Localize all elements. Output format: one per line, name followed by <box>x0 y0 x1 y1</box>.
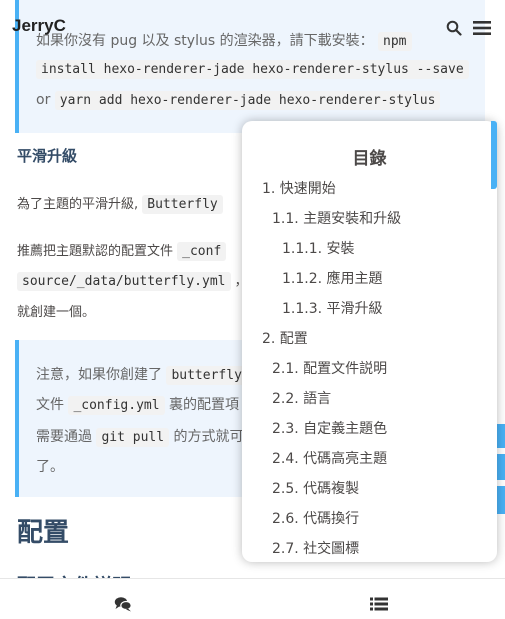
toc-item[interactable]: 1.1.1. 安裝 <box>282 238 355 258</box>
paragraph-text: 就創建一個。 <box>17 305 96 320</box>
search-icon[interactable] <box>446 20 462 36</box>
paragraph-line: 推薦把主題默認的配置文件 _conf <box>17 240 227 261</box>
heading-smooth-upgrade: 平滑升級 <box>17 147 78 165</box>
inline-code: yarn add hexo-renderer-jade hexo-rendere… <box>54 91 441 110</box>
note-text: or <box>36 92 51 108</box>
note-line: 了。 <box>36 456 64 476</box>
note-line: 文件 _config.yml 裏的配置項 <box>36 394 239 415</box>
site-name[interactable]: JerryC <box>12 16 66 36</box>
paragraph-text: 為了主題的平滑升級, <box>17 197 139 212</box>
note-text: 裏的配置項 <box>169 397 239 413</box>
paragraph-text: 推薦把主題默認的配置文件 <box>17 244 174 259</box>
side-tab[interactable] <box>497 424 505 448</box>
note-text: 文件 <box>36 397 64 413</box>
toc-item[interactable]: 2.3. 自定義主題色 <box>272 418 387 438</box>
note-line: 注意，如果你創建了 butterfly <box>36 364 247 385</box>
note-text: 的方式就可 <box>173 429 244 445</box>
toc-item[interactable]: 1.1.2. 應用主題 <box>282 268 383 288</box>
toc-item[interactable]: 1. 快速開始 <box>262 178 336 198</box>
inline-code: source/_data/butterfly.yml <box>17 272 231 291</box>
toc-item[interactable]: 1.1.3. 平滑升級 <box>282 298 383 318</box>
paragraph-line: 就創建一個。 <box>17 301 95 320</box>
note-text: 了。 <box>36 459 64 475</box>
inline-code: install hexo-renderer-jade hexo-renderer… <box>36 60 469 79</box>
note-line: 需要通過 git pull 的方式就可 <box>36 426 244 447</box>
heading-config: 配置 <box>17 518 70 548</box>
note-text: 注意，如果你創建了 <box>36 367 162 383</box>
note-line: or yarn add hexo-renderer-jade hexo-rend… <box>36 91 441 110</box>
list-icon[interactable] <box>370 597 388 611</box>
toc-item[interactable]: 2.7. 社交圖標 <box>272 538 359 558</box>
toc-item[interactable]: 1.1. 主題安裝和升級 <box>272 208 401 228</box>
toc-panel: 目錄 1. 快速開始 1.1. 主題安裝和升級 1.1.1. 安裝 1.1.2.… <box>242 121 497 562</box>
bottom-bar <box>0 578 505 619</box>
inline-code: butterfly <box>166 366 247 385</box>
toc-item[interactable]: 2.5. 代碼複製 <box>272 478 359 498</box>
inline-code: _config.yml <box>68 396 165 415</box>
toc-item[interactable]: 2. 配置 <box>262 328 308 348</box>
side-tab[interactable] <box>497 486 505 514</box>
paragraph-line: source/_data/butterfly.yml ， <box>17 270 248 291</box>
inline-code: _conf <box>177 242 227 261</box>
inline-code: git pull <box>96 428 170 447</box>
toc-title: 目錄 <box>352 149 387 169</box>
note-text: 需要通過 <box>36 429 92 445</box>
paragraph-line: 為了主題的平滑升級, Butterfly <box>17 193 223 214</box>
menu-icon[interactable] <box>472 20 492 36</box>
toc-item[interactable]: 2.6. 代碼換行 <box>272 508 359 528</box>
header: JerryC <box>0 0 505 56</box>
toc-item[interactable]: 2.4. 代碼高亮主題 <box>272 448 387 468</box>
toc-scrollbar[interactable] <box>491 121 497 189</box>
note-line: install hexo-renderer-jade hexo-renderer… <box>36 60 469 79</box>
comment-icon[interactable] <box>114 596 132 612</box>
toc-item[interactable]: 2.1. 配置文件説明 <box>272 358 387 378</box>
toc-item[interactable]: 2.2. 語言 <box>272 388 331 408</box>
side-tab[interactable] <box>497 454 505 480</box>
inline-code: Butterfly <box>142 195 223 214</box>
